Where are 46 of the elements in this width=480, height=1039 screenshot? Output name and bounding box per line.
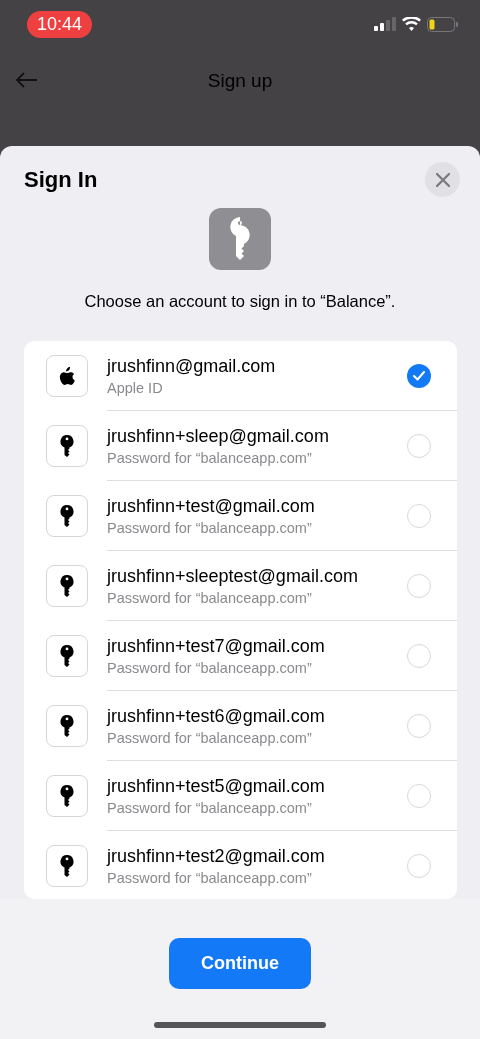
key-icon bbox=[60, 645, 74, 667]
account-row[interactable]: jrushfinn+test7@gmail.com Password for “balanceapp.com” bbox=[24, 621, 457, 691]
account-email: jrushfinn+test6@gmail.com bbox=[107, 705, 326, 727]
close-button[interactable] bbox=[425, 162, 460, 197]
account-row[interactable]: jrushfinn+sleep@gmail.com Password for “balanceapp.com” bbox=[24, 411, 457, 481]
account-row[interactable]: jrushfinn+test6@gmail.com Password for “balanceapp.com” bbox=[24, 691, 457, 761]
account-email: jrushfinn+sleeptest@gmail.com bbox=[107, 565, 359, 587]
account-detail: Password for “balanceapp.com” bbox=[107, 799, 313, 816]
back-arrow-icon[interactable] bbox=[16, 72, 38, 88]
account-email: jrushfinn+test@gmail.com bbox=[107, 495, 316, 517]
key-icon bbox=[60, 435, 74, 457]
wifi-icon bbox=[402, 17, 421, 31]
page-title: Sign up bbox=[207, 70, 273, 92]
account-row[interactable]: jrushfinn+test2@gmail.com Password for “balanceapp.com” bbox=[24, 831, 457, 899]
key-app-icon bbox=[209, 208, 271, 270]
sign-in-prompt: Choose an account to sign in to “Balance”. bbox=[83, 292, 397, 311]
account-email: jrushfinn+test2@gmail.com bbox=[107, 846, 326, 867]
account-email: jrushfinn+test7@gmail.com bbox=[107, 635, 326, 657]
key-icon bbox=[60, 575, 74, 597]
account-row[interactable]: jrushfinn@gmail.com Apple ID bbox=[24, 341, 457, 411]
account-email: jrushfinn+sleep@gmail.com bbox=[107, 425, 330, 447]
account-row[interactable]: jrushfinn+sleeptest@gmail.com Password for “balanceapp.com” bbox=[24, 551, 457, 621]
status-time: 10:44 bbox=[27, 10, 93, 38]
account-row[interactable]: jrushfinn+test@gmail.com Password for “balanceapp.com” bbox=[24, 481, 457, 551]
battery-icon bbox=[427, 16, 458, 32]
account-email: jrushfinn+test5@gmail.com bbox=[107, 775, 326, 797]
checkmark-icon bbox=[413, 370, 425, 381]
key-icon bbox=[60, 785, 74, 807]
sheet-title: Sign In bbox=[24, 166, 98, 193]
account-detail: Password for “balanceapp.com” bbox=[107, 449, 313, 466]
radio-button[interactable] bbox=[407, 363, 431, 388]
signal-icon bbox=[374, 17, 396, 31]
account-detail: Password for “balanceapp.com” bbox=[107, 519, 313, 536]
apple-logo-icon bbox=[59, 366, 75, 386]
continue-button[interactable]: Continue bbox=[169, 938, 311, 989]
key-icon bbox=[60, 505, 74, 527]
account-detail: Password for “balanceapp.com” bbox=[107, 589, 313, 606]
close-icon bbox=[435, 172, 450, 187]
key-icon bbox=[60, 855, 74, 877]
account-detail: Apple ID bbox=[107, 379, 164, 396]
account-detail: Password for “balanceapp.com” bbox=[107, 659, 313, 676]
account-detail: Password for “balanceapp.com” bbox=[107, 870, 313, 886]
account-detail: Password for “balanceapp.com” bbox=[107, 729, 313, 746]
key-icon bbox=[60, 715, 74, 737]
account-email: jrushfinn@gmail.com bbox=[107, 355, 277, 377]
account-row[interactable]: jrushfinn+test5@gmail.com Password for “balanceapp.com” bbox=[24, 761, 457, 831]
